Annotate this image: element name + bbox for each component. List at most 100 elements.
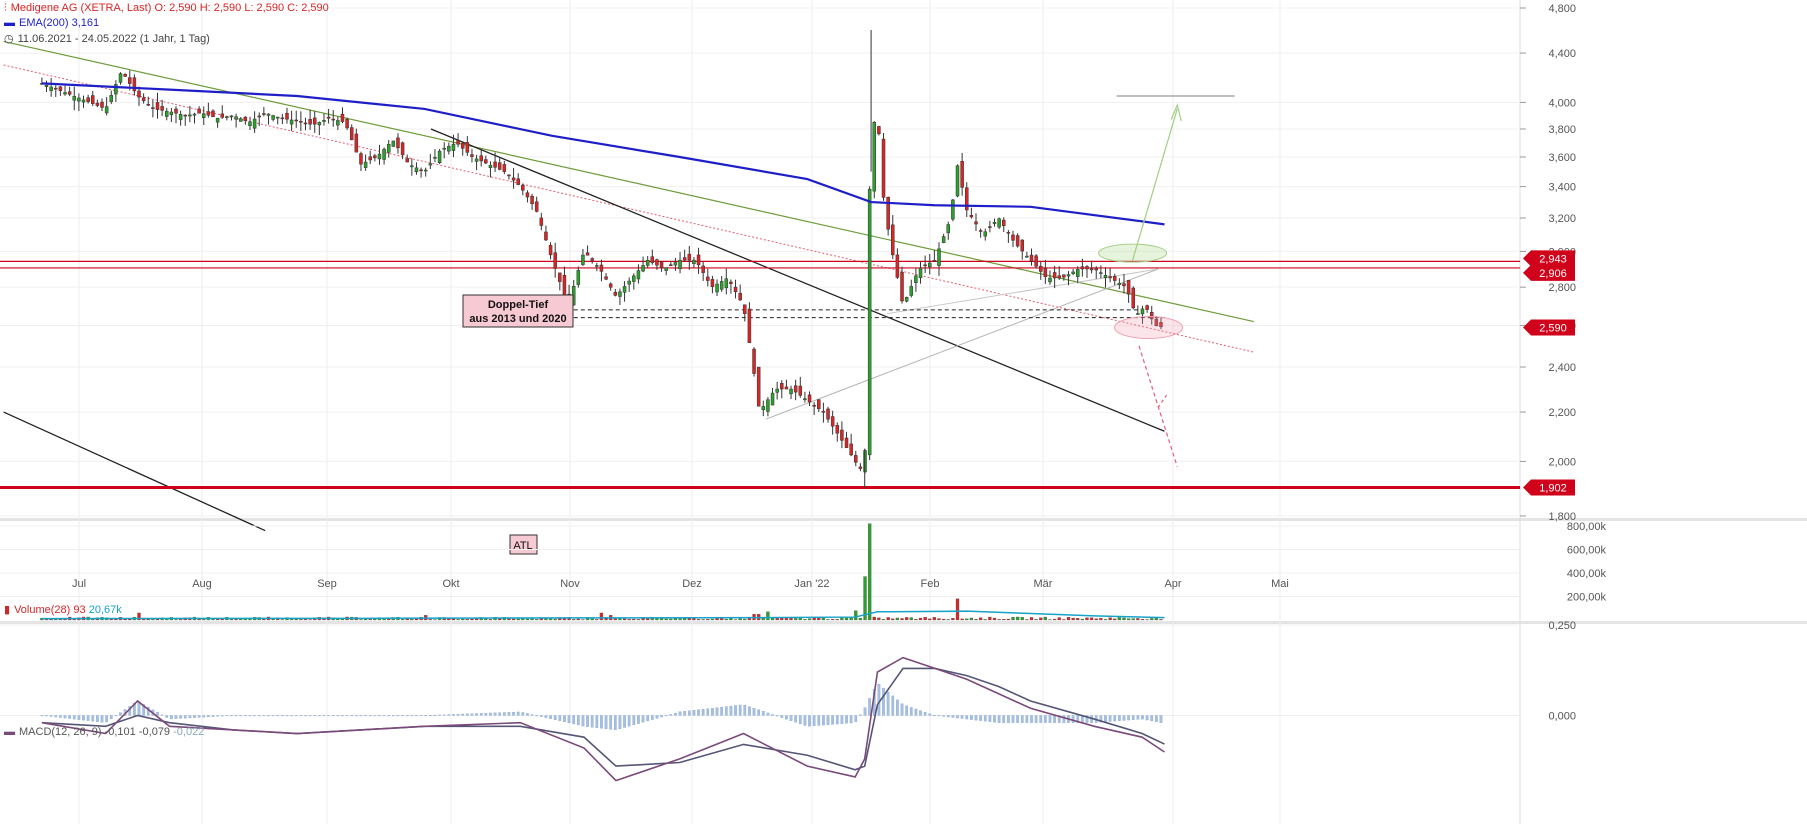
- price-marker-label: 2,943: [1539, 253, 1567, 265]
- candle-body: [142, 98, 145, 101]
- candle-body: [262, 114, 265, 115]
- candle-body: [244, 117, 247, 121]
- candle-body: [59, 87, 62, 91]
- volume-bar: [979, 618, 982, 620]
- candle-body: [1090, 269, 1093, 270]
- candle-body: [808, 395, 811, 402]
- candle-body: [577, 270, 580, 284]
- macd-histogram-bar: [522, 712, 524, 715]
- month-tick-label: Feb: [921, 578, 940, 590]
- candle-body: [1002, 220, 1005, 226]
- projection-arrow-down: [1139, 346, 1177, 467]
- candle-body: [498, 163, 501, 170]
- macd-histogram-bar: [411, 715, 413, 716]
- candle-body: [309, 119, 312, 124]
- candle-body: [1030, 255, 1033, 261]
- macd-histogram-bar: [1141, 715, 1143, 719]
- macd-histogram-bar: [910, 707, 912, 715]
- volume-bar: [850, 618, 853, 620]
- volume-bar: [1072, 618, 1075, 620]
- macd-histogram-bar: [674, 713, 676, 715]
- candle-body: [1109, 277, 1112, 278]
- macd-histogram-bar: [799, 715, 801, 723]
- candle-body: [753, 349, 756, 373]
- candle-body: [281, 118, 284, 119]
- macd-histogram-bar: [818, 715, 820, 725]
- macd-histogram-bar: [836, 715, 838, 724]
- volume-bar: [988, 617, 991, 620]
- candle-body: [82, 100, 85, 102]
- volume-bar: [877, 618, 880, 620]
- macd-histogram-bar: [166, 715, 168, 717]
- macd-histogram-bar: [924, 712, 926, 715]
- macd-histogram-bar: [499, 713, 501, 716]
- macd-histogram-bar: [41, 715, 43, 716]
- macd-signal-line: [42, 668, 1165, 769]
- month-tick-label: Aug: [192, 578, 212, 590]
- macd-histogram-bar: [226, 715, 228, 716]
- macd-histogram-bar: [633, 715, 635, 724]
- macd-histogram-bar: [475, 713, 477, 715]
- candle-body: [1021, 240, 1024, 251]
- candle-body: [1044, 268, 1047, 277]
- volume-bar: [1062, 619, 1065, 620]
- price-marker-label: 2,906: [1539, 268, 1567, 280]
- macd-histogram-bar: [961, 715, 963, 718]
- macd-histogram-bar: [87, 715, 89, 720]
- candle-body: [919, 268, 922, 278]
- macd-histogram-bar: [341, 715, 343, 716]
- volume-bar: [1085, 618, 1088, 620]
- volume-bar: [836, 619, 839, 620]
- macd-histogram-bar: [1137, 715, 1139, 719]
- candle-body: [54, 88, 57, 89]
- volume-bar: [595, 619, 598, 620]
- candle-body: [993, 222, 996, 223]
- macd-histogram-bar: [156, 712, 158, 715]
- ema-value: 3,161: [72, 17, 100, 29]
- candle-body: [688, 254, 691, 260]
- macd-histogram-bar: [184, 715, 186, 718]
- candle-body: [1122, 284, 1125, 286]
- volume-bar: [679, 619, 682, 620]
- candle-body: [998, 219, 1001, 227]
- candle-body: [184, 115, 187, 116]
- candle-body: [970, 215, 973, 217]
- candle-body: [1048, 278, 1051, 282]
- candle-body: [669, 265, 672, 266]
- candle-body: [156, 102, 159, 109]
- line-series-icon: ▬: [4, 17, 15, 29]
- candle-body: [905, 297, 908, 301]
- macd-histogram-bar: [822, 715, 824, 725]
- volume-bar: [766, 612, 769, 620]
- volume-bar: [429, 619, 432, 620]
- volume-bar: [924, 617, 927, 620]
- macd-histogram-bar: [73, 715, 75, 719]
- volume-bar: [998, 619, 1001, 620]
- macd-histogram-bar: [739, 705, 741, 715]
- volume-bar: [1095, 619, 1098, 620]
- candle-body: [1136, 314, 1139, 315]
- macd-histogram-bar: [443, 715, 445, 716]
- candle-body: [77, 98, 80, 101]
- volume-bar: [359, 619, 362, 620]
- candle-body: [438, 151, 441, 163]
- macd-histogram-bar: [193, 715, 195, 717]
- macd-histogram-bar: [1109, 715, 1111, 721]
- candle-body: [725, 279, 728, 288]
- volume-bar: [1025, 619, 1028, 620]
- macd-histogram-bar: [68, 715, 70, 718]
- volume-bar: [910, 618, 913, 620]
- candle-body: [322, 120, 325, 121]
- candle-body: [868, 189, 871, 455]
- macd-histogram-bar: [942, 715, 944, 716]
- macd-histogram-bar: [235, 715, 237, 716]
- volume-bar: [290, 619, 293, 620]
- macd-histogram-bar: [101, 715, 103, 722]
- stock-chart[interactable]: JulAugSepOktNovDezJan '22FebMärAprMai4,8…: [0, 0, 1807, 824]
- candle-body: [692, 260, 695, 264]
- chart-canvas[interactable]: JulAugSepOktNovDezJan '22FebMärAprMai4,8…: [0, 0, 1807, 824]
- candle-body: [96, 103, 99, 105]
- price-marker-label: 2,590: [1539, 323, 1567, 335]
- macd-histogram-bar: [734, 706, 736, 716]
- candle-body: [961, 161, 964, 187]
